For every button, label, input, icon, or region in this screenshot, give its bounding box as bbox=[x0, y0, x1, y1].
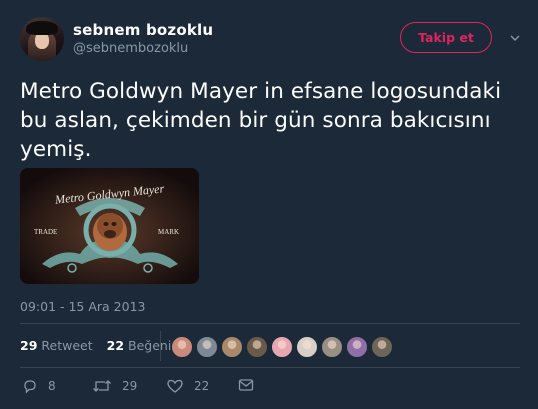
tweet-actions: 8 29 22 bbox=[20, 378, 520, 398]
follow-button[interactable]: Takip et bbox=[400, 22, 492, 53]
liker-avatar[interactable] bbox=[196, 336, 218, 358]
retweets-count: 29 bbox=[20, 338, 38, 353]
logo-right-text: MARK bbox=[158, 228, 179, 236]
likes-label: Beğeni bbox=[128, 338, 172, 353]
chevron-down-icon[interactable] bbox=[510, 33, 520, 43]
liker-avatar[interactable] bbox=[171, 336, 193, 358]
retweet-icon bbox=[93, 380, 111, 392]
liker-avatar[interactable] bbox=[321, 336, 343, 358]
divider-top bbox=[20, 323, 520, 324]
reply-icon bbox=[24, 380, 36, 394]
liker-avatar[interactable] bbox=[371, 336, 393, 358]
retweets-stat[interactable]: 29 Retweet bbox=[20, 338, 93, 353]
message-action[interactable] bbox=[238, 378, 264, 392]
tweet-stats: 29 Retweet 22 Beğeni bbox=[20, 338, 171, 353]
tweet-media-image[interactable]: Metro Goldwyn Mayer TRADE MARK bbox=[20, 168, 199, 284]
liker-avatar[interactable] bbox=[246, 336, 268, 358]
liker-avatar[interactable] bbox=[346, 336, 368, 358]
divider-bottom bbox=[20, 367, 520, 368]
liker-avatar[interactable] bbox=[221, 336, 243, 358]
tweet-timestamp[interactable]: 09:01 - 15 Ara 2013 bbox=[20, 299, 146, 314]
reply-count: 8 bbox=[48, 379, 56, 393]
logo-left-text: TRADE bbox=[34, 228, 57, 236]
likes-count: 22 bbox=[106, 338, 125, 353]
like-action[interactable]: 22 bbox=[166, 378, 209, 394]
user-handle[interactable]: @sebnembozoklu bbox=[73, 41, 188, 56]
retweet-count: 29 bbox=[122, 379, 138, 393]
envelope-icon bbox=[238, 379, 254, 391]
liker-avatar[interactable] bbox=[296, 336, 318, 358]
retweets-label: Retweet bbox=[41, 338, 93, 353]
mgm-logo-image: Metro Goldwyn Mayer TRADE MARK bbox=[20, 168, 199, 284]
likes-stat[interactable]: 22 Beğeni bbox=[107, 338, 172, 353]
like-count: 22 bbox=[194, 379, 210, 393]
likers-avatars bbox=[171, 336, 396, 358]
display-name[interactable]: sebnem bozoklu bbox=[73, 21, 213, 39]
liker-avatar[interactable] bbox=[271, 336, 293, 358]
reply-action[interactable]: 8 bbox=[22, 378, 56, 394]
avatar[interactable] bbox=[20, 17, 64, 61]
avatar-hat bbox=[26, 21, 58, 35]
stats-separator bbox=[160, 331, 161, 361]
heart-icon bbox=[167, 379, 183, 393]
retweet-action[interactable]: 29 bbox=[92, 378, 137, 394]
tweet-text: Metro Goldwyn Mayer in efsane logosundak… bbox=[20, 79, 502, 162]
